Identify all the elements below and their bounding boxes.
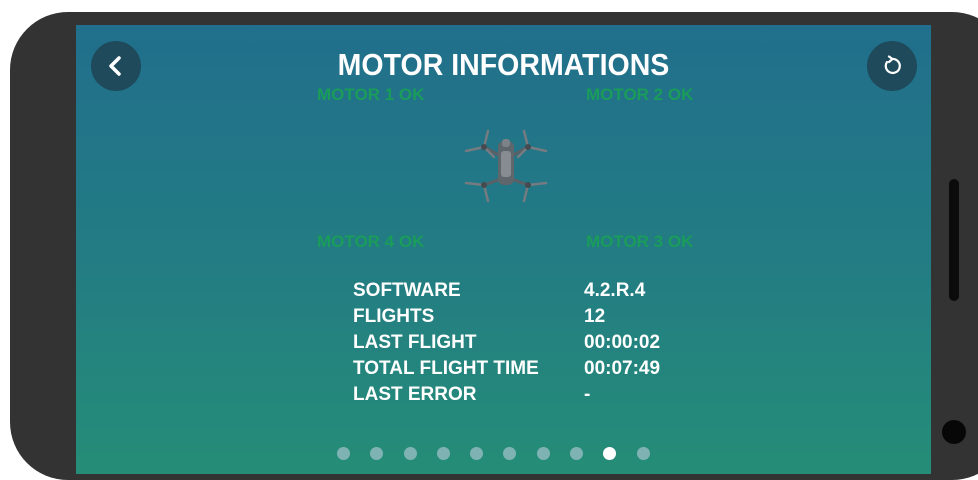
motor-3-status: MOTOR 3 OK: [586, 232, 694, 251]
info-label: FLIGHTS: [353, 306, 435, 327]
page-dot[interactable]: [536, 447, 550, 460]
info-label: SOFTWARE: [353, 280, 461, 301]
info-value: 00:07:49: [584, 358, 661, 379]
info-value: 12: [584, 306, 606, 327]
page-dot[interactable]: [636, 447, 650, 460]
info-value: 00:00:02: [584, 332, 661, 353]
page-indicator: [337, 447, 670, 460]
page-dot[interactable]: [570, 447, 584, 460]
motor-1-status: MOTOR 1 OK: [317, 85, 425, 104]
motor-2-status: MOTOR 2 OK: [586, 85, 694, 104]
info-row-flights: FLIGHTS 12: [353, 304, 660, 330]
info-row-last-error: LAST ERROR -: [353, 382, 660, 408]
page-dot[interactable]: [370, 447, 384, 460]
refresh-icon: [884, 55, 901, 75]
phone-side-button: [949, 179, 959, 301]
page-title: MOTOR INFORMATIONS: [337, 47, 670, 82]
drone-info-table: SOFTWARE 4.2.R.4 FLIGHTS 12 LAST FLIGHT …: [353, 278, 660, 408]
info-label: LAST FLIGHT: [353, 332, 477, 353]
page-dot[interactable]: [503, 447, 517, 460]
info-value: 4.2.R.4: [584, 280, 646, 301]
page-dot[interactable]: [470, 447, 484, 460]
info-label: TOTAL FLIGHT TIME: [353, 358, 539, 379]
info-row-last-flight: LAST FLIGHT 00:00:02: [353, 330, 660, 356]
info-value: -: [584, 384, 591, 405]
phone-camera: [942, 420, 966, 444]
refresh-button[interactable]: [867, 41, 917, 91]
motor-4-status: MOTOR 4 OK: [317, 232, 425, 251]
page-dot[interactable]: [403, 447, 417, 460]
info-row-total-flight-time: TOTAL FLIGHT TIME 00:07:49: [353, 356, 660, 382]
page-dot[interactable]: [603, 447, 617, 460]
info-row-software: SOFTWARE 4.2.R.4: [353, 278, 660, 304]
page-dot[interactable]: [436, 447, 450, 460]
page-dot[interactable]: [337, 447, 350, 460]
app-screen: MOTOR INFORMATIONS MOTOR 1 OK MOTOR 2 OK…: [76, 25, 931, 474]
info-label: LAST ERROR: [353, 384, 477, 405]
drone-image: [464, 129, 548, 203]
